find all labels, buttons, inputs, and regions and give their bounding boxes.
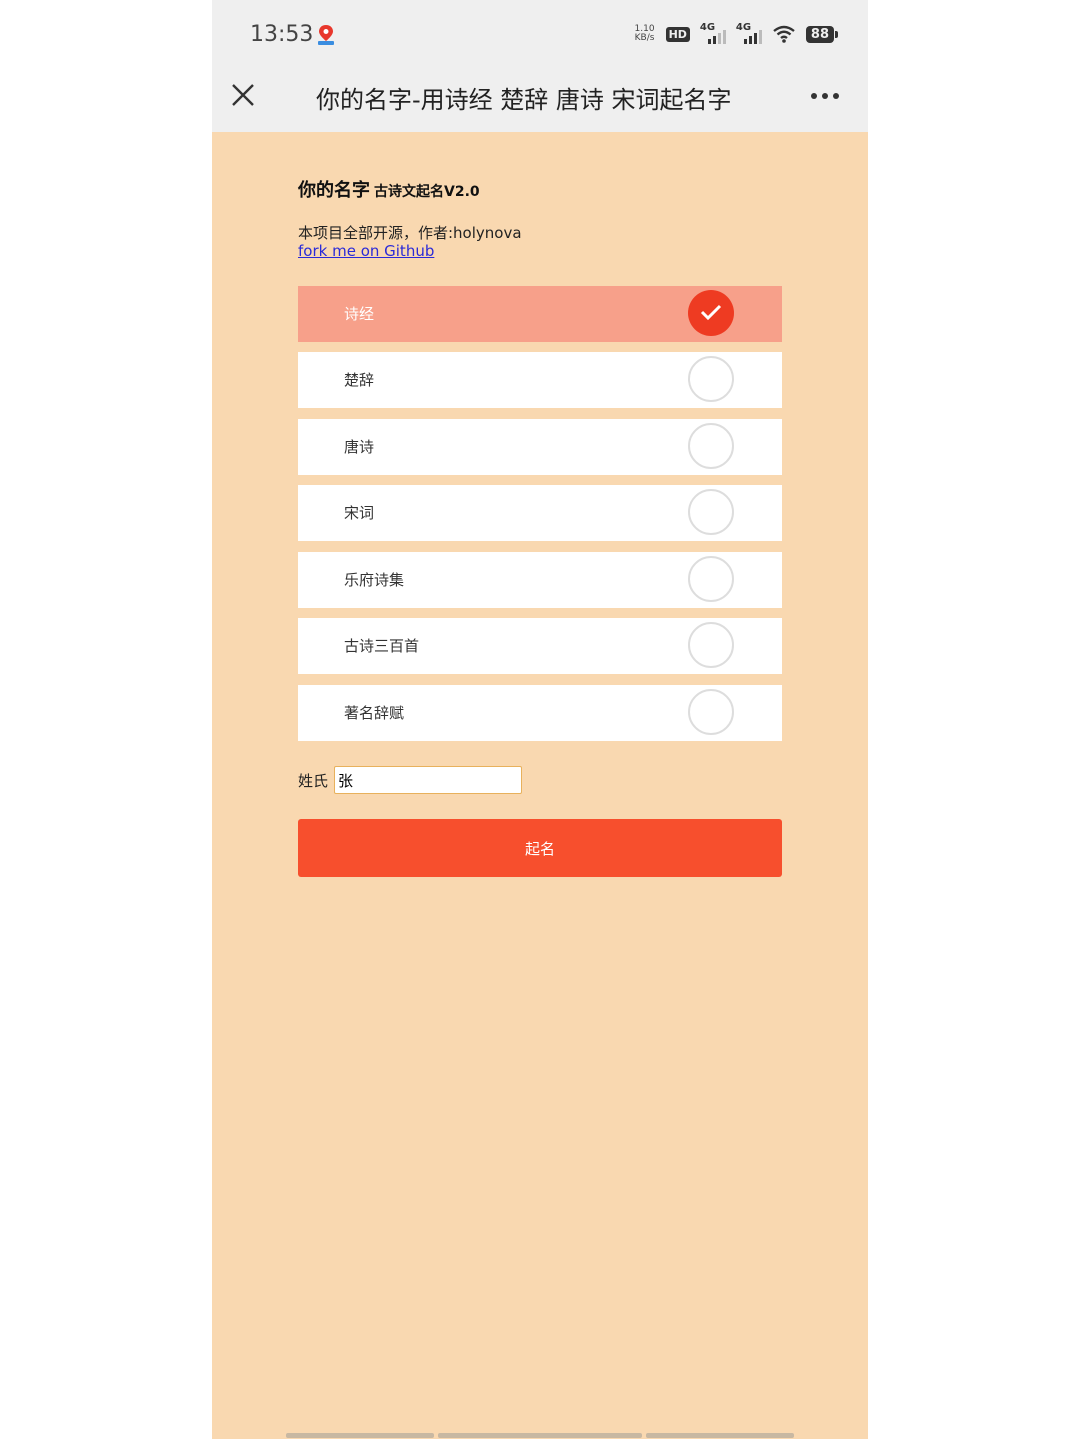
page-title: 你的名字-用诗经 楚辞 唐诗 宋词起名字 xyxy=(316,86,732,114)
map-pin-icon xyxy=(318,25,334,45)
option-songci[interactable]: 宋词 xyxy=(298,485,782,541)
hd-badge: HD xyxy=(665,26,690,42)
option-label: 古诗三百首 xyxy=(344,637,420,655)
more-icon[interactable] xyxy=(810,92,840,100)
option-cifu[interactable]: 著名辞赋 xyxy=(298,685,782,741)
phone-screen: 13:53 1.10 KB/s HD 4G 4G 88 你的名字-用诗经 楚辞 … xyxy=(212,0,868,1439)
option-label: 唐诗 xyxy=(344,438,375,456)
generate-name-button[interactable]: 起名 xyxy=(298,819,782,877)
option-yuefu[interactable]: 乐府诗集 xyxy=(298,552,782,608)
wifi-icon xyxy=(773,25,795,43)
radio-unchecked-icon[interactable] xyxy=(688,356,734,402)
option-label: 宋词 xyxy=(344,504,375,522)
radio-unchecked-icon[interactable] xyxy=(688,689,734,735)
bottom-indicator xyxy=(286,1433,434,1438)
option-gushi300[interactable]: 古诗三百首 xyxy=(298,618,782,674)
surname-input[interactable] xyxy=(334,766,523,794)
battery-icon: 88 xyxy=(805,25,839,43)
net-speed: 1.10 KB/s xyxy=(634,24,655,43)
bottom-indicator xyxy=(646,1433,794,1438)
radio-unchecked-icon[interactable] xyxy=(688,622,734,668)
app-title: 你的名字 古诗文起名V2.0 xyxy=(298,176,480,202)
radio-checked-icon[interactable] xyxy=(688,290,734,336)
nav-bar: 你的名字-用诗经 楚辞 唐诗 宋词起名字 xyxy=(212,72,868,132)
app-title-sub: 古诗文起名V2.0 xyxy=(374,184,480,200)
signal-icon: 4G xyxy=(736,22,762,44)
option-chuci[interactable]: 楚辞 xyxy=(298,352,782,408)
radio-unchecked-icon[interactable] xyxy=(688,423,734,469)
option-label: 乐府诗集 xyxy=(344,571,405,589)
radio-unchecked-icon[interactable] xyxy=(688,556,734,602)
option-label: 著名辞赋 xyxy=(344,704,405,722)
app-title-main: 你的名字 xyxy=(298,180,370,201)
signal-icon: 4G xyxy=(700,22,726,44)
option-label: 诗经 xyxy=(344,305,375,323)
radio-unchecked-icon[interactable] xyxy=(688,489,734,535)
github-link[interactable]: fork me on Github xyxy=(298,242,434,260)
bottom-indicator xyxy=(438,1433,642,1438)
option-shijing[interactable]: 诗经 xyxy=(298,286,782,342)
option-tangshi[interactable]: 唐诗 xyxy=(298,419,782,475)
option-label: 楚辞 xyxy=(344,371,375,389)
status-time: 13:53 xyxy=(250,22,314,47)
project-description: 本项目全部开源，作者:holynova xyxy=(298,224,522,242)
surname-row: 姓氏 xyxy=(298,766,523,794)
close-icon[interactable] xyxy=(230,82,256,108)
status-bar: 13:53 1.10 KB/s HD 4G 4G 88 xyxy=(212,0,868,72)
surname-label: 姓氏 xyxy=(298,771,329,790)
status-icons: 1.10 KB/s HD 4G 4G 88 xyxy=(634,22,839,44)
